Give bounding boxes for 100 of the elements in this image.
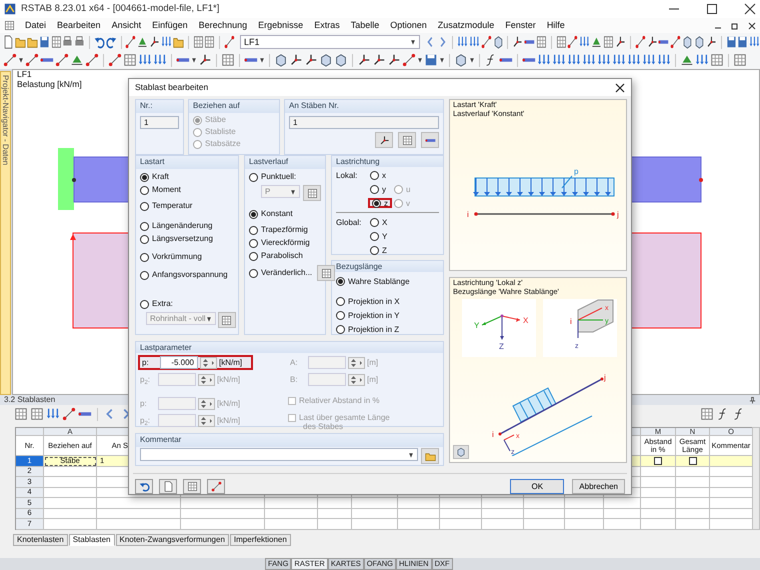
cube-icon[interactable] (334, 53, 348, 67)
save-icon[interactable] (726, 35, 736, 49)
folder-icon[interactable] (172, 35, 184, 49)
cube-icon[interactable] (492, 35, 504, 49)
menu-item[interactable]: Einfügen (151, 20, 189, 31)
pin-icon[interactable] (749, 396, 756, 404)
radio-button[interactable] (140, 202, 149, 210)
checkbox[interactable] (654, 456, 662, 465)
table-icon[interactable] (221, 53, 235, 67)
radio-button[interactable] (249, 172, 258, 182)
redo-icon[interactable] (106, 35, 117, 49)
table-icon[interactable] (50, 35, 62, 49)
icon-button[interactable] (453, 445, 469, 459)
ok-button[interactable]: OK (510, 479, 564, 494)
icon-button[interactable] (398, 132, 416, 148)
radio-button[interactable] (249, 238, 258, 248)
icon-button[interactable] (317, 265, 336, 281)
axes-icon[interactable] (646, 35, 658, 49)
save-icon[interactable] (424, 53, 438, 67)
load-icon[interactable] (468, 35, 480, 49)
radio-button[interactable] (140, 270, 149, 280)
table-icon[interactable] (4, 20, 15, 31)
save-icon[interactable] (38, 35, 50, 49)
sheet-tab[interactable]: Imperfektionen (230, 534, 291, 546)
load-icon[interactable] (138, 53, 152, 67)
node-icon[interactable] (480, 35, 492, 49)
navigator-tab[interactable]: Projekt-Navigator - Daten (0, 71, 12, 395)
support-icon[interactable] (137, 35, 148, 49)
load-icon[interactable] (153, 53, 167, 67)
load-icon[interactable] (612, 53, 626, 67)
menu-item[interactable]: Ergebnisse (257, 20, 304, 31)
table-icon[interactable] (192, 35, 204, 49)
load-icon[interactable] (537, 53, 551, 67)
load-icon[interactable] (46, 407, 60, 421)
folder-icon[interactable] (14, 35, 26, 49)
node-icon[interactable] (402, 53, 416, 67)
axes-icon[interactable] (304, 53, 318, 67)
close-icon[interactable] (744, 3, 756, 15)
axes-icon[interactable] (372, 53, 386, 67)
axes-icon[interactable] (289, 53, 303, 67)
node-icon[interactable] (108, 53, 122, 67)
scrollbar[interactable] (752, 427, 760, 530)
table-icon[interactable] (536, 35, 547, 49)
table-icon[interactable] (556, 35, 566, 49)
node-icon[interactable] (3, 53, 17, 67)
folder-icon[interactable] (26, 35, 38, 49)
menu-item[interactable]: Hilfe (546, 20, 566, 31)
node-icon[interactable] (567, 35, 578, 49)
table-icon[interactable] (204, 35, 216, 49)
node-icon[interactable] (670, 35, 682, 49)
load-icon[interactable] (161, 35, 172, 49)
comment-field[interactable] (140, 448, 418, 461)
axes-icon[interactable] (357, 53, 371, 67)
load-icon[interactable] (579, 35, 590, 49)
cube-icon[interactable] (682, 35, 694, 49)
icon-button[interactable] (135, 479, 153, 494)
cube-icon[interactable] (319, 53, 333, 67)
spin-button[interactable] (200, 356, 217, 369)
menu-item[interactable]: Tabelle (350, 20, 380, 31)
icon-button[interactable] (303, 185, 321, 201)
support-icon[interactable] (591, 35, 602, 49)
menu-item[interactable]: Fenster (504, 20, 537, 31)
menu-item[interactable]: Datei (24, 20, 48, 31)
table-icon[interactable] (710, 53, 724, 67)
radio-button[interactable] (370, 246, 379, 255)
node-icon[interactable] (224, 35, 235, 49)
close-icon[interactable] (615, 82, 625, 92)
table-icon[interactable] (14, 407, 28, 421)
load-case-dropdown[interactable]: LF1 (240, 35, 420, 49)
members-field[interactable]: 1 (289, 116, 439, 129)
load-icon[interactable] (552, 53, 566, 67)
radio-button[interactable] (336, 296, 345, 306)
sheet-tab[interactable]: Knoten-Zwangsverformungen (116, 534, 229, 546)
menu-item[interactable]: Ansicht (110, 20, 142, 31)
icon-button[interactable] (159, 479, 177, 494)
icon-button[interactable] (375, 132, 393, 148)
restore-icon[interactable] (731, 22, 739, 30)
cube-icon[interactable] (694, 35, 705, 49)
close-icon[interactable] (748, 22, 756, 30)
node-icon[interactable] (55, 53, 69, 67)
axes-icon[interactable] (706, 35, 717, 49)
radio-button[interactable] (140, 300, 149, 308)
radio-button[interactable] (370, 218, 379, 227)
load-icon[interactable] (695, 53, 709, 67)
number-field[interactable]: -5.000 (160, 356, 198, 370)
number-field[interactable]: 1 (140, 116, 179, 129)
load-icon[interactable] (597, 53, 611, 67)
radio-button[interactable] (140, 172, 149, 182)
menu-item[interactable]: Bearbeiten (56, 20, 102, 31)
load-icon[interactable] (456, 35, 468, 49)
axes-icon[interactable] (614, 35, 626, 49)
radio-button[interactable] (249, 268, 258, 278)
table-icon[interactable] (700, 407, 714, 421)
node-icon[interactable] (125, 35, 136, 49)
cube-icon[interactable] (454, 53, 468, 67)
node-icon[interactable] (85, 53, 99, 67)
icon-button[interactable] (218, 312, 236, 328)
load-icon[interactable] (567, 53, 581, 67)
undo-icon[interactable] (94, 35, 105, 49)
table-icon[interactable] (123, 53, 137, 67)
